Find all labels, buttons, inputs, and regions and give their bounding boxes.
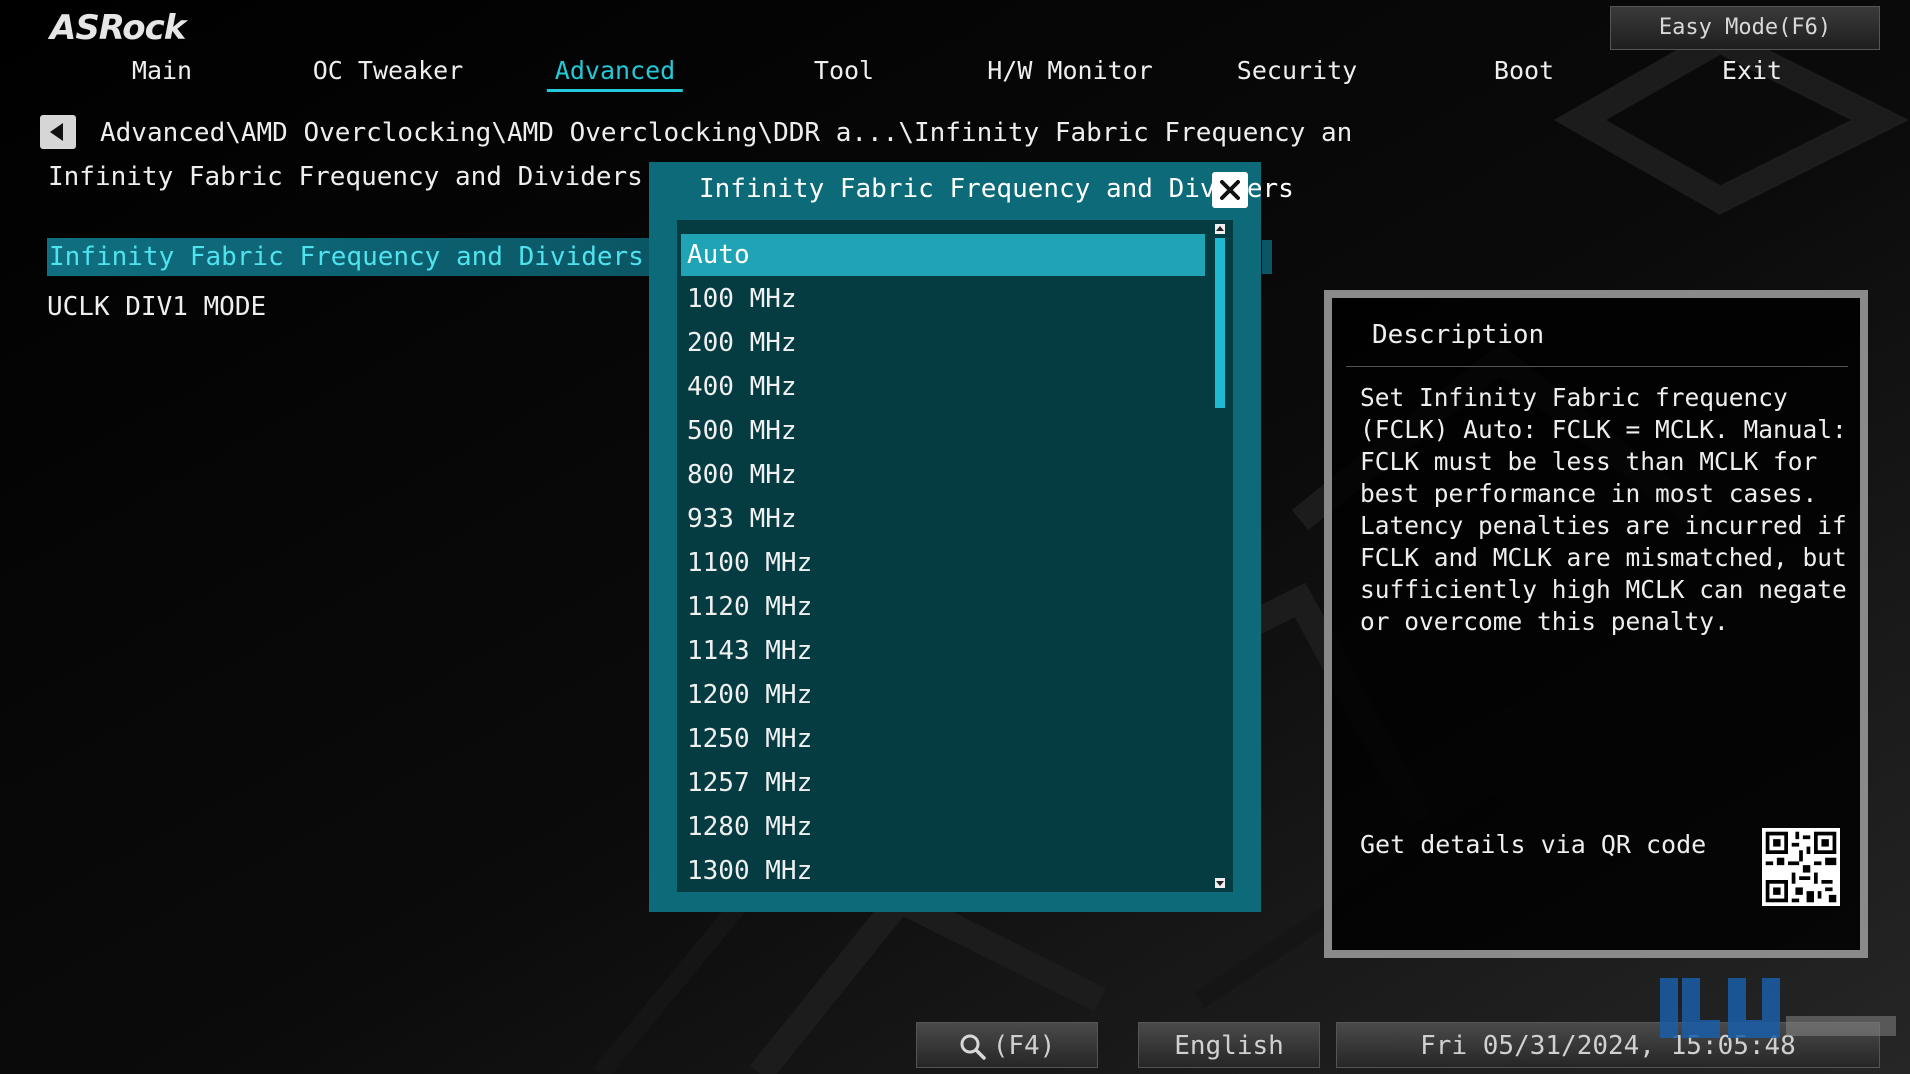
language-button[interactable]: English xyxy=(1138,1022,1320,1068)
option-1120mhz[interactable]: 1120 MHz xyxy=(681,586,1205,628)
close-icon xyxy=(1220,180,1240,200)
asrock-logo: ASRock xyxy=(50,8,186,48)
option-1250mhz[interactable]: 1250 MHz xyxy=(681,718,1205,760)
option-1100mhz[interactable]: 1100 MHz xyxy=(681,542,1205,584)
option-auto[interactable]: Auto xyxy=(681,234,1205,276)
tab-hw-monitor[interactable]: H/W Monitor xyxy=(979,56,1161,89)
search-shortcut-label: (F4) xyxy=(992,1031,1056,1061)
option-1143mhz[interactable]: 1143 MHz xyxy=(681,630,1205,672)
top-nav: Main OC Tweaker Advanced Tool H/W Monito… xyxy=(0,56,1910,96)
tab-main[interactable]: Main xyxy=(124,56,200,89)
option-400mhz[interactable]: 400 MHz xyxy=(681,366,1205,408)
description-panel: Description Set Infinity Fabric frequenc… xyxy=(1324,290,1868,958)
back-button[interactable] xyxy=(40,115,76,149)
scroll-thumb[interactable] xyxy=(1215,238,1225,408)
option-500mhz[interactable]: 500 MHz xyxy=(681,410,1205,452)
tab-security[interactable]: Security xyxy=(1229,56,1365,89)
watermark-logo-icon xyxy=(1660,978,1896,1038)
setting-uclk-div1-mode[interactable]: UCLK DIV1 MODE xyxy=(47,288,266,326)
tab-tool[interactable]: Tool xyxy=(806,56,882,89)
description-text: Set Infinity Fabric frequency (FCLK) Aut… xyxy=(1360,383,1847,636)
selection-highlight-tail xyxy=(1262,240,1272,274)
qr-code-icon[interactable] xyxy=(1762,828,1840,906)
scroll-down-arrow-icon[interactable] xyxy=(1215,878,1225,888)
tab-advanced[interactable]: Advanced xyxy=(546,56,684,92)
option-933mhz[interactable]: 933 MHz xyxy=(681,498,1205,540)
setting-infinity-fabric-frequency[interactable]: Infinity Fabric Frequency and Dividers xyxy=(47,238,649,276)
search-icon xyxy=(960,1034,986,1060)
description-title: Description xyxy=(1372,320,1545,350)
option-1257mhz[interactable]: 1257 MHz xyxy=(681,762,1205,804)
easy-mode-button[interactable]: Easy Mode(F6) xyxy=(1610,6,1880,50)
breadcrumb: Advanced\AMD Overclocking\AMD Overclocki… xyxy=(100,118,1353,148)
option-scrollbar[interactable] xyxy=(1213,220,1227,892)
option-100mhz[interactable]: 100 MHz xyxy=(681,278,1205,320)
search-button[interactable]: (F4) xyxy=(916,1022,1098,1068)
description-divider xyxy=(1346,366,1848,367)
option-1280mhz[interactable]: 1280 MHz xyxy=(681,806,1205,848)
tab-oc-tweaker[interactable]: OC Tweaker xyxy=(305,56,472,89)
tab-boot[interactable]: Boot xyxy=(1486,56,1562,89)
option-800mhz[interactable]: 800 MHz xyxy=(681,454,1205,496)
option-1300mhz[interactable]: 1300 MHz xyxy=(681,850,1205,892)
option-popup: Infinity Fabric Frequency and Dividers A… xyxy=(649,162,1294,912)
popup-close-button[interactable] xyxy=(1212,172,1248,208)
qr-label: Get details via QR code xyxy=(1360,830,1707,859)
option-200mhz[interactable]: 200 MHz xyxy=(681,322,1205,364)
option-list: Auto 100 MHz 200 MHz 400 MHz 500 MHz 800… xyxy=(677,220,1233,892)
popup-title: Infinity Fabric Frequency and Dividers xyxy=(699,174,1294,204)
page-title: Infinity Fabric Frequency and Dividers xyxy=(48,162,643,192)
tab-exit[interactable]: Exit xyxy=(1714,56,1790,89)
scroll-up-arrow-icon[interactable] xyxy=(1215,224,1225,234)
option-1200mhz[interactable]: 1200 MHz xyxy=(681,674,1205,716)
